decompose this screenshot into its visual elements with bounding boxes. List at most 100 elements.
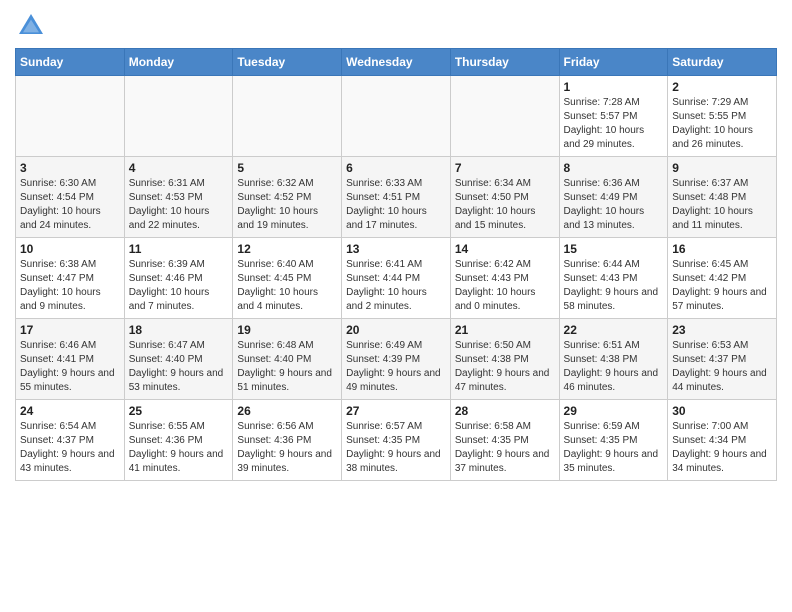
- day-info: Sunrise: 7:28 AM Sunset: 5:57 PM Dayligh…: [564, 96, 664, 152]
- day-number: 27: [346, 404, 446, 418]
- day-info: Sunrise: 6:42 AM Sunset: 4:43 PM Dayligh…: [455, 258, 555, 314]
- day-number: 17: [20, 323, 120, 337]
- calendar-cell: 11 Sunrise: 6:39 AM Sunset: 4:46 PM Dayli…: [124, 238, 233, 319]
- calendar-cell: 19 Sunrise: 6:48 AM Sunset: 4:40 PM Dayli…: [233, 319, 342, 400]
- calendar-week-2: 3 Sunrise: 6:30 AM Sunset: 4:54 PM Daylig…: [16, 157, 777, 238]
- header: [15, 10, 777, 42]
- calendar-header-thursday: Thursday: [450, 49, 559, 76]
- calendar-cell: 1 Sunrise: 7:28 AM Sunset: 5:57 PM Daylig…: [559, 76, 668, 157]
- day-number: 30: [672, 404, 772, 418]
- day-number: 12: [237, 242, 337, 256]
- calendar-header-wednesday: Wednesday: [342, 49, 451, 76]
- calendar-cell: 21 Sunrise: 6:50 AM Sunset: 4:38 PM Dayli…: [450, 319, 559, 400]
- calendar-cell: 29 Sunrise: 6:59 AM Sunset: 4:35 PM Dayli…: [559, 400, 668, 481]
- calendar-header-friday: Friday: [559, 49, 668, 76]
- day-info: Sunrise: 6:39 AM Sunset: 4:46 PM Dayligh…: [129, 258, 229, 314]
- calendar-cell: [124, 76, 233, 157]
- calendar-week-3: 10 Sunrise: 6:38 AM Sunset: 4:47 PM Dayli…: [16, 238, 777, 319]
- day-info: Sunrise: 6:51 AM Sunset: 4:38 PM Dayligh…: [564, 339, 664, 395]
- day-number: 21: [455, 323, 555, 337]
- day-info: Sunrise: 7:00 AM Sunset: 4:34 PM Dayligh…: [672, 420, 772, 476]
- calendar-header-monday: Monday: [124, 49, 233, 76]
- calendar-cell: 24Sunrise: 6:54 AM Sunset: 4:37 PM Dayli…: [16, 400, 125, 481]
- day-number: 5: [237, 161, 337, 175]
- day-info: Sunrise: 6:34 AM Sunset: 4:50 PM Dayligh…: [455, 177, 555, 233]
- day-number: 2: [672, 80, 772, 94]
- calendar-header-row: SundayMondayTuesdayWednesdayThursdayFrid…: [16, 49, 777, 76]
- day-info: Sunrise: 6:58 AM Sunset: 4:35 PM Dayligh…: [455, 420, 555, 476]
- logo: [15, 10, 51, 42]
- calendar-cell: 8Sunrise: 6:36 AM Sunset: 4:49 PM Daylig…: [559, 157, 668, 238]
- day-info: Sunrise: 6:46 AM Sunset: 4:41 PM Dayligh…: [20, 339, 120, 395]
- calendar-cell: 17 Sunrise: 6:46 AM Sunset: 4:41 PM Dayli…: [16, 319, 125, 400]
- calendar-cell: 2 Sunrise: 7:29 AM Sunset: 5:55 PM Daylig…: [668, 76, 777, 157]
- day-number: 19: [237, 323, 337, 337]
- calendar-cell: 28 Sunrise: 6:58 AM Sunset: 4:35 PM Dayli…: [450, 400, 559, 481]
- day-info: Sunrise: 6:57 AM Sunset: 4:35 PM Dayligh…: [346, 420, 446, 476]
- day-number: 28: [455, 404, 555, 418]
- day-number: 15: [564, 242, 664, 256]
- calendar-cell: [342, 76, 451, 157]
- day-number: 9: [672, 161, 772, 175]
- day-number: 23: [672, 323, 772, 337]
- calendar-cell: 9 Sunrise: 6:37 AM Sunset: 4:48 PM Daylig…: [668, 157, 777, 238]
- calendar-cell: 26 Sunrise: 6:56 AM Sunset: 4:36 PM Dayli…: [233, 400, 342, 481]
- day-number: 6: [346, 161, 446, 175]
- calendar-header-sunday: Sunday: [16, 49, 125, 76]
- day-number: 4: [129, 161, 229, 175]
- day-number: 3: [20, 161, 120, 175]
- day-number: 24: [20, 404, 120, 418]
- day-info: Sunrise: 6:32 AM Sunset: 4:52 PM Dayligh…: [237, 177, 337, 233]
- calendar-cell: 20Sunrise: 6:49 AM Sunset: 4:39 PM Dayli…: [342, 319, 451, 400]
- calendar-cell: 13Sunrise: 6:41 AM Sunset: 4:44 PM Dayli…: [342, 238, 451, 319]
- day-info: Sunrise: 6:56 AM Sunset: 4:36 PM Dayligh…: [237, 420, 337, 476]
- day-info: Sunrise: 6:31 AM Sunset: 4:53 PM Dayligh…: [129, 177, 229, 233]
- calendar-cell: 3 Sunrise: 6:30 AM Sunset: 4:54 PM Daylig…: [16, 157, 125, 238]
- day-number: 29: [564, 404, 664, 418]
- calendar-week-5: 24Sunrise: 6:54 AM Sunset: 4:37 PM Dayli…: [16, 400, 777, 481]
- calendar-cell: 10 Sunrise: 6:38 AM Sunset: 4:47 PM Dayli…: [16, 238, 125, 319]
- day-number: 14: [455, 242, 555, 256]
- day-info: Sunrise: 6:59 AM Sunset: 4:35 PM Dayligh…: [564, 420, 664, 476]
- day-number: 11: [129, 242, 229, 256]
- day-info: Sunrise: 6:55 AM Sunset: 4:36 PM Dayligh…: [129, 420, 229, 476]
- calendar-header-tuesday: Tuesday: [233, 49, 342, 76]
- day-info: Sunrise: 6:47 AM Sunset: 4:40 PM Dayligh…: [129, 339, 229, 395]
- calendar-cell: 5 Sunrise: 6:32 AM Sunset: 4:52 PM Daylig…: [233, 157, 342, 238]
- day-info: Sunrise: 6:45 AM Sunset: 4:42 PM Dayligh…: [672, 258, 772, 314]
- day-info: Sunrise: 6:50 AM Sunset: 4:38 PM Dayligh…: [455, 339, 555, 395]
- day-info: Sunrise: 6:33 AM Sunset: 4:51 PM Dayligh…: [346, 177, 446, 233]
- calendar-header-saturday: Saturday: [668, 49, 777, 76]
- day-number: 26: [237, 404, 337, 418]
- calendar-cell: 14 Sunrise: 6:42 AM Sunset: 4:43 PM Dayli…: [450, 238, 559, 319]
- calendar-cell: 6 Sunrise: 6:33 AM Sunset: 4:51 PM Daylig…: [342, 157, 451, 238]
- day-info: Sunrise: 6:48 AM Sunset: 4:40 PM Dayligh…: [237, 339, 337, 395]
- calendar-table: SundayMondayTuesdayWednesdayThursdayFrid…: [15, 48, 777, 481]
- calendar-cell: [233, 76, 342, 157]
- day-info: Sunrise: 7:29 AM Sunset: 5:55 PM Dayligh…: [672, 96, 772, 152]
- calendar-cell: [450, 76, 559, 157]
- calendar-cell: 30 Sunrise: 7:00 AM Sunset: 4:34 PM Dayli…: [668, 400, 777, 481]
- day-number: 7: [455, 161, 555, 175]
- day-number: 18: [129, 323, 229, 337]
- calendar-cell: 16 Sunrise: 6:45 AM Sunset: 4:42 PM Dayli…: [668, 238, 777, 319]
- day-info: Sunrise: 6:38 AM Sunset: 4:47 PM Dayligh…: [20, 258, 120, 314]
- calendar-cell: 22Sunrise: 6:51 AM Sunset: 4:38 PM Dayli…: [559, 319, 668, 400]
- day-info: Sunrise: 6:36 AM Sunset: 4:49 PM Dayligh…: [564, 177, 664, 233]
- day-number: 25: [129, 404, 229, 418]
- calendar-week-4: 17 Sunrise: 6:46 AM Sunset: 4:41 PM Dayli…: [16, 319, 777, 400]
- day-number: 1: [564, 80, 664, 94]
- day-number: 20: [346, 323, 446, 337]
- calendar-cell: 18 Sunrise: 6:47 AM Sunset: 4:40 PM Dayli…: [124, 319, 233, 400]
- calendar-cell: 23 Sunrise: 6:53 AM Sunset: 4:37 PM Dayli…: [668, 319, 777, 400]
- day-info: Sunrise: 6:53 AM Sunset: 4:37 PM Dayligh…: [672, 339, 772, 395]
- day-info: Sunrise: 6:41 AM Sunset: 4:44 PM Dayligh…: [346, 258, 446, 314]
- calendar-cell: 15 Sunrise: 6:44 AM Sunset: 4:43 PM Dayli…: [559, 238, 668, 319]
- calendar-cell: [16, 76, 125, 157]
- day-number: 16: [672, 242, 772, 256]
- day-info: Sunrise: 6:37 AM Sunset: 4:48 PM Dayligh…: [672, 177, 772, 233]
- day-number: 10: [20, 242, 120, 256]
- day-info: Sunrise: 6:30 AM Sunset: 4:54 PM Dayligh…: [20, 177, 120, 233]
- calendar-cell: 27 Sunrise: 6:57 AM Sunset: 4:35 PM Dayli…: [342, 400, 451, 481]
- day-info: Sunrise: 6:44 AM Sunset: 4:43 PM Dayligh…: [564, 258, 664, 314]
